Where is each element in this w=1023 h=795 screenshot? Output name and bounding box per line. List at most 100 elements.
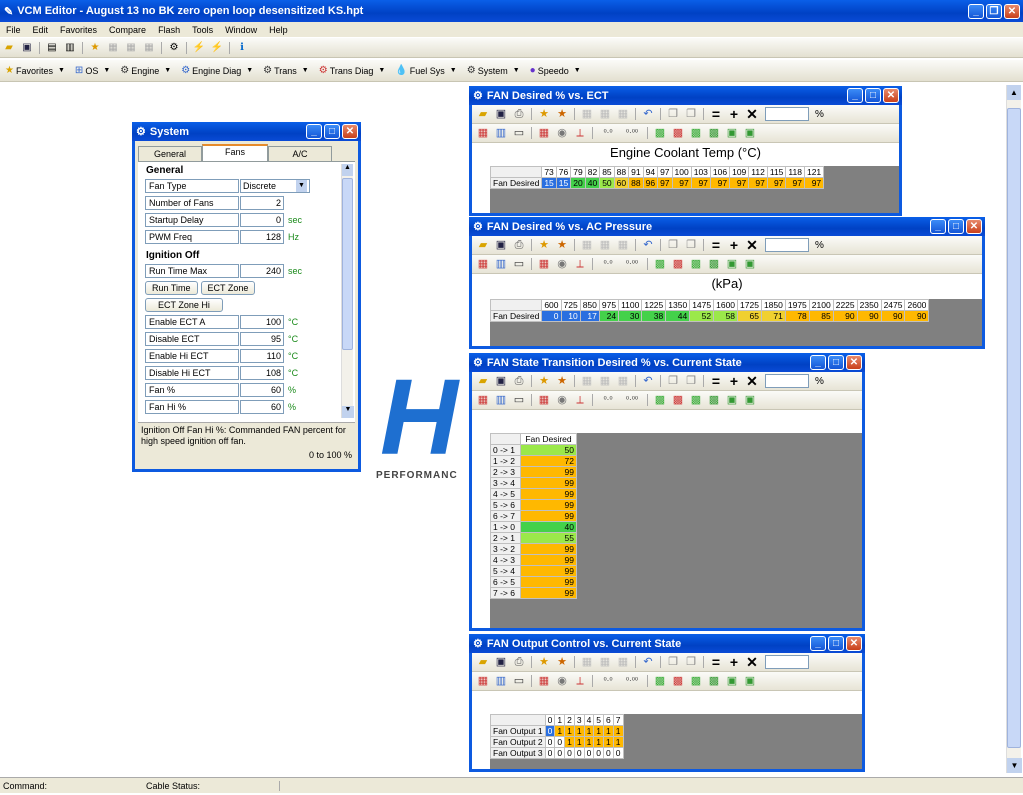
paste-table-icon[interactable]: ▦	[598, 375, 612, 387]
table-cell[interactable]: 44	[665, 310, 691, 322]
table-cell[interactable]: 24	[598, 310, 620, 322]
column-header[interactable]: 100	[671, 166, 692, 178]
row-header[interactable]: 1 -> 0	[490, 521, 521, 533]
color-map2-icon[interactable]: ▩	[671, 394, 685, 406]
copy-icon[interactable]: ▥	[63, 42, 77, 54]
menu-tools[interactable]: Tools	[186, 25, 219, 35]
table-cell[interactable]: 78	[784, 310, 810, 322]
table-cell[interactable]: 90	[880, 310, 906, 322]
table-cell[interactable]: 50	[520, 444, 577, 456]
column-header[interactable]: 850	[579, 299, 600, 311]
row-header[interactable]: 3 -> 2	[490, 543, 521, 555]
column-header[interactable]: 1350	[665, 299, 691, 311]
paste-icon[interactable]: ❐	[684, 108, 698, 120]
column-header[interactable]: 1850	[760, 299, 786, 311]
decimal-icon[interactable]: ⁰·⁰	[598, 258, 618, 270]
grid-view-icon[interactable]: ▦	[476, 258, 490, 270]
select2-icon[interactable]: ▣	[743, 127, 757, 139]
table-cell[interactable]: 1	[603, 736, 614, 748]
nav-engine-diag[interactable]: ⚙ Engine Diag ▼	[176, 65, 258, 76]
table-cell[interactable]: 60	[613, 177, 630, 189]
table-icon[interactable]: ▦	[124, 42, 138, 54]
axis-icon[interactable]: ⟂	[573, 127, 587, 139]
decimal2-icon[interactable]: ⁰·⁰⁰	[622, 394, 642, 406]
row-header[interactable]: 0 -> 1	[490, 444, 521, 456]
undo-icon[interactable]: ↶	[641, 375, 655, 387]
column-header[interactable]: 725	[560, 299, 581, 311]
column-header[interactable]: 1975	[784, 299, 810, 311]
system-maximize-button[interactable]: □	[324, 124, 340, 139]
table-cell[interactable]: 20	[570, 177, 586, 189]
menu-help[interactable]: Help	[263, 25, 294, 35]
ect-value-input[interactable]	[765, 107, 809, 121]
mode-icon[interactable]: ▭	[512, 258, 526, 270]
ect-window[interactable]: ⚙ FAN Desired % vs. ECT _ □ ✕ ▰ ▣ ⎙ ★ ★ ▦ ▦ ▦ ↶ ❐ ❐ = + ✕%…	[469, 86, 902, 216]
mode-icon[interactable]: ▭	[512, 394, 526, 406]
table-cell[interactable]: 1	[564, 725, 575, 737]
row-header[interactable]: 2 -> 3	[490, 466, 521, 478]
multiply-icon[interactable]: ✕	[745, 238, 759, 252]
dropdown-arrow-icon[interactable]: ▼	[302, 67, 309, 74]
undo-icon[interactable]: ↶	[641, 239, 655, 251]
dropdown-arrow-icon[interactable]: ▼	[378, 67, 385, 74]
table-cell[interactable]: 99	[520, 543, 577, 555]
tab-fans[interactable]: Fans	[202, 144, 268, 161]
column-header[interactable]: 94	[642, 166, 659, 178]
table-cell[interactable]: 30	[618, 310, 643, 322]
column-header[interactable]: 1	[554, 714, 566, 726]
open-icon[interactable]: ▰	[476, 656, 490, 668]
restore-button[interactable]: ❐	[986, 3, 1002, 19]
table-view-icon[interactable]: ▦	[537, 258, 551, 270]
ect-zone-button[interactable]: ECT Zone	[200, 280, 256, 295]
table-cell[interactable]: 0	[541, 310, 562, 322]
row-header[interactable]: 6 -> 7	[490, 510, 521, 522]
table-cell[interactable]: 90	[832, 310, 858, 322]
table-cell[interactable]: 10	[560, 310, 581, 322]
table-cell[interactable]: 1	[612, 725, 624, 737]
fan-type-select[interactable]: Discrete ▼	[240, 178, 310, 193]
paste-special-icon[interactable]: ▦	[616, 375, 630, 387]
column-header[interactable]: 1475	[689, 299, 715, 311]
paste-special-icon[interactable]: ▦	[616, 239, 630, 251]
select-icon[interactable]: ▣	[725, 394, 739, 406]
dropdown-arrow-icon[interactable]: ▼	[513, 67, 520, 74]
field-input[interactable]: 60	[240, 399, 284, 414]
open-icon[interactable]: ▰	[476, 375, 490, 387]
column-header[interactable]: 106	[709, 166, 731, 178]
copy-table-icon[interactable]: ▦	[580, 656, 594, 668]
table-cell[interactable]: 1	[573, 736, 585, 748]
column-header[interactable]: 1600	[713, 299, 739, 311]
save-icon[interactable]: ▣	[494, 375, 508, 387]
table-cell[interactable]: 1	[593, 736, 605, 748]
table-cell[interactable]: 0	[554, 736, 566, 748]
color-map2-icon[interactable]: ▩	[671, 258, 685, 270]
row-header[interactable]: Fan Desired	[489, 310, 543, 322]
table2-icon[interactable]: ▦	[142, 42, 156, 54]
table-cell[interactable]: 58	[713, 310, 739, 322]
color-map2-icon[interactable]: ▩	[671, 127, 685, 139]
dropdown-arrow-icon[interactable]: ▼	[450, 67, 457, 74]
column-header[interactable]: 2100	[808, 299, 834, 311]
flash-read-icon[interactable]: ⚡	[192, 42, 206, 54]
column-header[interactable]: 2225	[832, 299, 858, 311]
table-cell[interactable]: 52	[689, 310, 715, 322]
equals-icon[interactable]: =	[709, 107, 723, 121]
open-icon[interactable]: ▰	[476, 239, 490, 251]
column-header[interactable]: 79	[570, 166, 586, 178]
nav-os[interactable]: ⊞ OS ▼	[70, 65, 115, 76]
select-icon[interactable]: ▣	[725, 127, 739, 139]
copy-icon[interactable]: ❐	[666, 375, 680, 387]
close-button[interactable]: ✕	[1004, 3, 1020, 19]
chevron-down-icon[interactable]: ▼	[296, 179, 307, 192]
column-header[interactable]: 0	[544, 714, 556, 726]
mode-icon[interactable]: ▭	[512, 675, 526, 687]
row-header[interactable]: 7 -> 6	[490, 587, 521, 599]
paste-table-icon[interactable]: ▦	[598, 239, 612, 251]
row-header[interactable]: 6 -> 5	[490, 576, 521, 588]
system-window[interactable]: ⚙ System _ □ ✕ General Fans A/C General Fa…	[132, 122, 361, 472]
copy-icon[interactable]: ❐	[666, 108, 680, 120]
run-time-button[interactable]: Run Time	[145, 280, 198, 295]
table-cell[interactable]: 1	[583, 725, 595, 737]
table-cell[interactable]: 97	[766, 177, 787, 189]
state-minimize-button[interactable]: _	[810, 355, 826, 370]
